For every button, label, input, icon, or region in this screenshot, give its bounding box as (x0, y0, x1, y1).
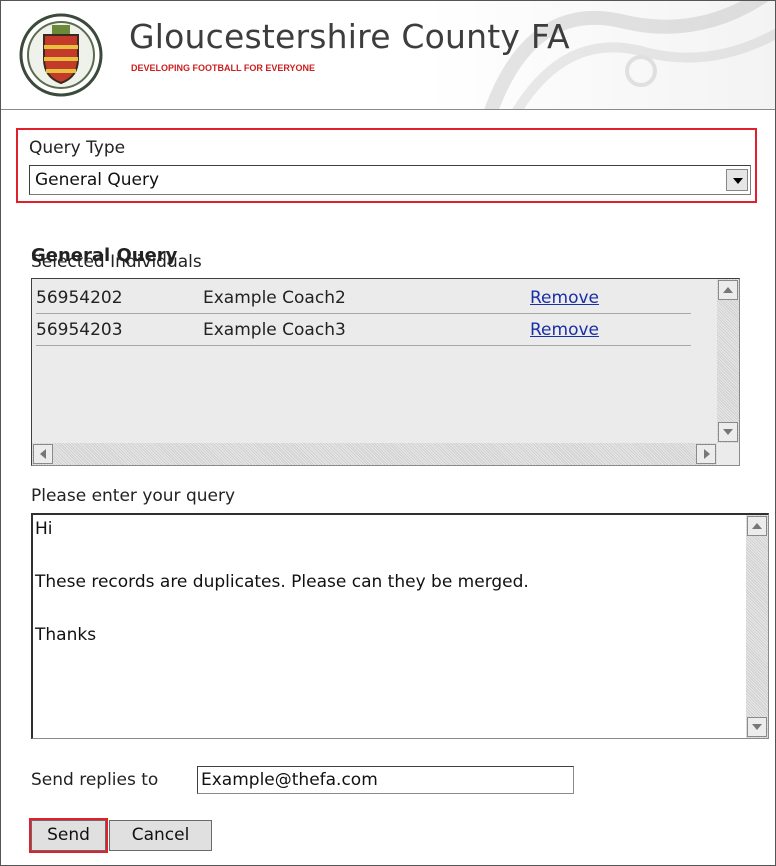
county-fa-crest-icon (19, 13, 103, 97)
scroll-down-arrow-icon[interactable] (747, 717, 767, 737)
query-text-line: Hi (35, 519, 53, 539)
selected-individuals-list: 56954202 Example Coach2 Remove 56954203 … (31, 278, 740, 466)
query-text-line: These records are duplicates. Please can… (35, 572, 529, 592)
query-label: Please enter your query (31, 486, 236, 506)
reply-email-input[interactable] (197, 766, 574, 794)
selected-individuals-label: Selected Individuals (31, 252, 202, 272)
query-type-label: Query Type (29, 138, 126, 158)
send-replies-label: Send replies to (31, 770, 159, 790)
scroll-up-arrow-icon[interactable] (718, 280, 738, 300)
list-vertical-scrollbar[interactable] (717, 279, 739, 444)
dropdown-arrow-icon[interactable] (726, 169, 748, 191)
scroll-up-arrow-icon[interactable] (747, 516, 767, 536)
scroll-left-arrow-icon[interactable] (33, 444, 53, 464)
list-horizontal-scrollbar[interactable] (32, 443, 717, 465)
organization-title: Gloucestershire County FA (129, 17, 570, 56)
individual-id: 56954203 (36, 320, 123, 340)
send-button[interactable]: Send (29, 818, 108, 853)
query-type-selected-value: General Query (35, 170, 160, 190)
query-type-select[interactable]: General Query (29, 165, 751, 195)
individual-name: Example Coach2 (203, 288, 346, 308)
textarea-vertical-scrollbar[interactable] (746, 515, 768, 738)
scroll-right-arrow-icon[interactable] (696, 444, 716, 464)
query-type-section: Query Type General Query (16, 128, 757, 203)
list-item: 56954202 Example Coach2 Remove (36, 282, 691, 314)
header-banner: Gloucestershire County FA DEVELOPING FOO… (1, 1, 775, 110)
remove-link[interactable]: Remove (530, 320, 599, 340)
individual-id: 56954202 (36, 288, 123, 308)
query-textarea[interactable]: Hi These records are duplicates. Please … (31, 513, 769, 739)
query-window: Gloucestershire County FA DEVELOPING FOO… (0, 0, 776, 866)
scrollbar-corner (717, 443, 739, 465)
list-item: 56954203 Example Coach3 Remove (36, 314, 691, 346)
scroll-down-arrow-icon[interactable] (718, 422, 738, 442)
individual-name: Example Coach3 (203, 320, 346, 340)
remove-link[interactable]: Remove (530, 288, 599, 308)
organization-tagline: DEVELOPING FOOTBALL FOR EVERYONE (131, 63, 316, 73)
query-text-line: Thanks (35, 625, 97, 645)
cancel-button[interactable]: Cancel (109, 820, 212, 851)
